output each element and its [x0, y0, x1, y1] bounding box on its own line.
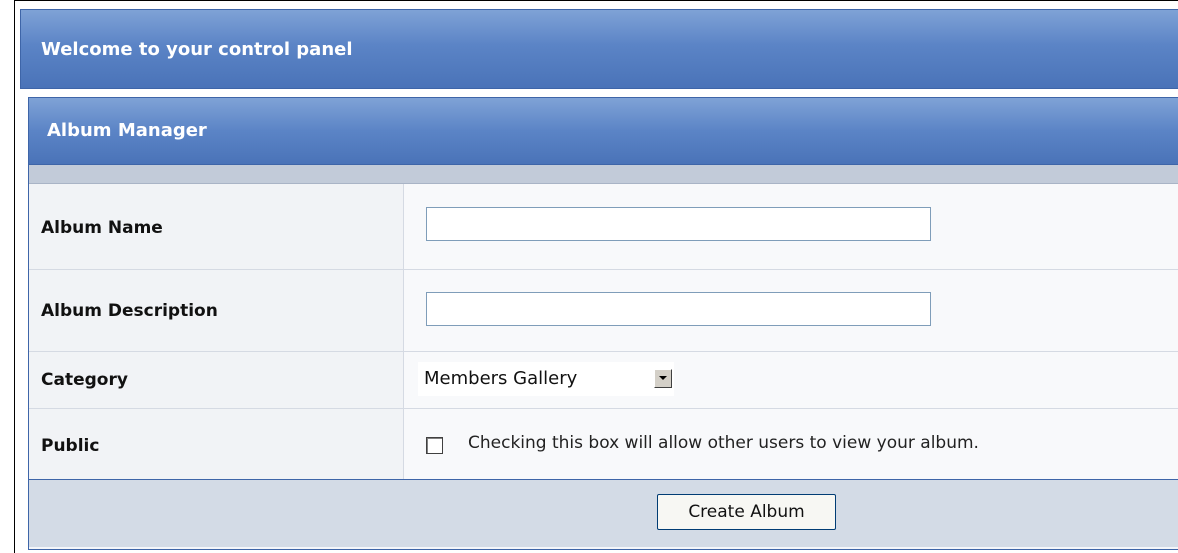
album-manager-header: Album Manager: [29, 98, 1178, 165]
album-manager: Album Manager Album Name Album Descripti…: [28, 97, 1178, 550]
album-name-label: Album Name: [41, 218, 163, 238]
category-label: Category: [41, 370, 128, 390]
album-name-value-cell: [404, 184, 1178, 269]
panel-title: Welcome to your control panel: [41, 39, 353, 60]
album-name-label-cell: Album Name: [29, 184, 404, 269]
panel-header: Welcome to your control panel: [20, 9, 1178, 89]
public-label: Public: [41, 436, 100, 456]
category-value-cell: Members Gallery: [404, 352, 1178, 408]
category-row: Category Members Gallery: [29, 352, 1178, 409]
public-value-cell: Checking this box will allow other users…: [404, 409, 1178, 479]
control-panel: Welcome to your control panel Album Mana…: [14, 0, 1178, 553]
section-subbar: [29, 165, 1178, 184]
album-description-row: Album Description: [29, 270, 1178, 352]
public-label-cell: Public: [29, 409, 404, 479]
album-description-value-cell: [404, 270, 1178, 351]
album-manager-title: Album Manager: [47, 120, 207, 141]
public-checkbox[interactable]: [426, 437, 443, 454]
album-name-input[interactable]: [426, 207, 931, 241]
chevron-down-icon[interactable]: [654, 369, 672, 388]
category-selected-value: Members Gallery: [424, 368, 578, 389]
album-description-label: Album Description: [41, 301, 218, 321]
form-footer: Create Album: [29, 479, 1178, 547]
album-name-row: Album Name: [29, 184, 1178, 270]
create-album-button[interactable]: Create Album: [657, 494, 836, 530]
public-checkbox-text: Checking this box will allow other users…: [468, 433, 979, 453]
category-label-cell: Category: [29, 352, 404, 408]
category-select[interactable]: Members Gallery: [418, 362, 674, 396]
public-row: Public Checking this box will allow othe…: [29, 409, 1178, 479]
album-description-input[interactable]: [426, 292, 931, 326]
album-description-label-cell: Album Description: [29, 270, 404, 351]
